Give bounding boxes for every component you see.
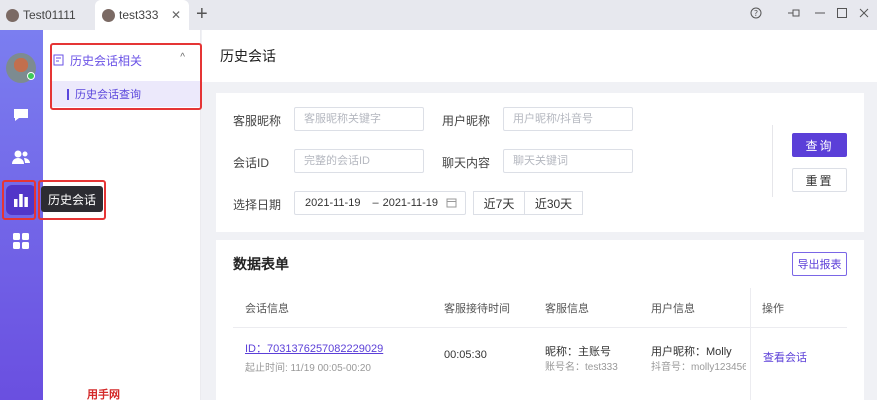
apps-icon[interactable] xyxy=(10,230,32,252)
view-session-link[interactable]: 查看会话 xyxy=(763,349,807,365)
reception-duration: 00:05:30 xyxy=(444,349,487,361)
annotation-frame-tooltip xyxy=(38,180,106,220)
session-id-input[interactable] xyxy=(294,149,424,173)
session-time-range: 起止时间: 11/19 00:05-00:20 xyxy=(245,363,371,374)
new-tab-icon[interactable]: + xyxy=(196,3,208,26)
tab-avatar xyxy=(102,8,115,22)
date-label: 选择日期 xyxy=(233,198,282,212)
watermark: 用手网 xyxy=(87,389,120,400)
data-table-panel: 数据表单 导出报表 会话信息 客服接待时间 客服信息 用户信息 操作 ID：70… xyxy=(216,240,864,400)
last-7-days-button[interactable]: 近7天 xyxy=(473,191,525,215)
session-id-link[interactable]: ID：7031376257082229029 xyxy=(245,340,383,356)
table-title: 数据表单 xyxy=(233,256,289,272)
pin-icon[interactable] xyxy=(787,7,801,22)
date-start: 2021-11-19 xyxy=(305,197,361,209)
user-nickname-input[interactable] xyxy=(503,107,633,131)
user-nickname-label: 用户昵称 xyxy=(442,114,491,128)
filter-divider xyxy=(772,125,773,197)
agent-nickname-input[interactable] xyxy=(294,107,424,131)
query-button[interactable]: 查询 xyxy=(792,133,847,157)
calendar-icon[interactable] xyxy=(446,197,457,211)
annotation-frame-nav xyxy=(50,43,202,110)
tab-label: Test01111 xyxy=(23,8,76,22)
export-report-button[interactable]: 导出报表 xyxy=(792,252,847,276)
page-header: 历史会话 xyxy=(202,30,877,82)
contacts-icon[interactable] xyxy=(10,146,32,168)
tab-test01111[interactable]: Test01111 xyxy=(6,0,92,30)
online-status-dot xyxy=(27,72,35,80)
title-bar: Test01111 test333 ✕ + ? xyxy=(0,0,877,30)
window-close-icon[interactable] xyxy=(858,7,870,22)
filter-panel: 客服昵称 用户昵称 会话ID 聊天内容 选择日期 2021-11-19 – 20… xyxy=(216,93,864,232)
maximize-icon[interactable] xyxy=(836,7,848,22)
date-end: 2021-11-19 xyxy=(382,197,439,209)
table-header: 会话信息 客服接待时间 客服信息 用户信息 操作 xyxy=(233,288,847,328)
chat-content-label: 聊天内容 xyxy=(442,156,491,170)
tab-close-icon[interactable]: ✕ xyxy=(171,8,181,22)
page-title: 历史会话 xyxy=(220,48,276,64)
tab-test333[interactable]: test333 ✕ xyxy=(95,0,189,30)
column-header: 客服接待时间 xyxy=(444,303,510,315)
agent-account: 账号名：test333 xyxy=(545,362,618,373)
column-header: 客服信息 xyxy=(545,303,589,315)
agent-nickname: 昵称：主账号 xyxy=(545,346,611,358)
help-icon[interactable]: ? xyxy=(750,7,762,22)
chat-content-input[interactable] xyxy=(503,149,633,173)
annotation-frame-icon xyxy=(2,180,36,220)
tab-avatar xyxy=(6,8,19,22)
fixed-column-divider xyxy=(750,288,751,400)
session-id-label: 会话ID xyxy=(233,156,270,170)
date-separator: – xyxy=(372,197,379,209)
chat-icon[interactable] xyxy=(10,104,32,126)
agent-nickname-label: 客服昵称 xyxy=(233,114,282,128)
column-header: 操作 xyxy=(762,303,784,315)
column-header: 会话信息 xyxy=(245,303,289,315)
column-header: 用户信息 xyxy=(651,303,695,315)
minimize-icon[interactable] xyxy=(814,7,826,22)
reset-button[interactable]: 重置 xyxy=(792,168,847,192)
date-range-picker[interactable]: 2021-11-19 – 2021-11-19 xyxy=(294,191,466,215)
tab-label: test333 xyxy=(119,8,159,22)
help-glyph: ? xyxy=(754,9,758,18)
last-30-days-button[interactable]: 近30天 xyxy=(524,191,583,215)
user-douyin-id: 抖音号：molly123456_ xyxy=(651,362,746,373)
user-nickname: 用户昵称：Molly xyxy=(651,346,732,358)
